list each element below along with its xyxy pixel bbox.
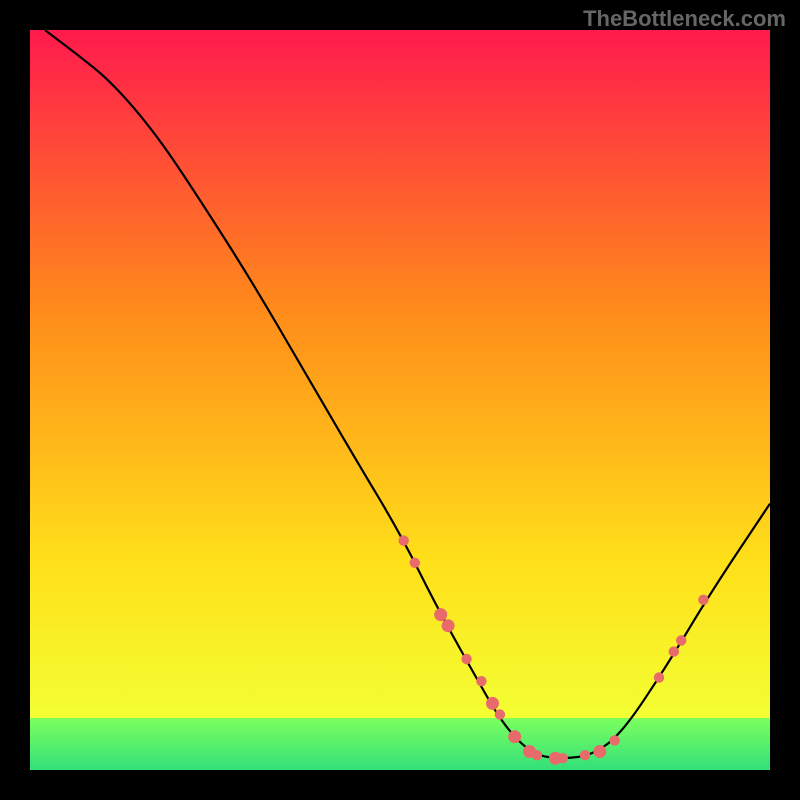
data-marker: [476, 676, 486, 686]
data-marker: [593, 745, 606, 758]
data-marker: [654, 672, 664, 682]
data-marker: [399, 535, 409, 545]
data-marker: [486, 697, 499, 710]
data-marker: [580, 750, 590, 760]
chart-background: [30, 30, 770, 770]
chart-plot-area: [30, 30, 770, 770]
data-marker: [676, 635, 686, 645]
data-marker: [698, 595, 708, 605]
data-marker: [442, 619, 455, 632]
chart-svg: [30, 30, 770, 770]
data-marker: [669, 646, 679, 656]
data-marker: [609, 735, 619, 745]
data-marker: [461, 654, 471, 664]
data-marker: [410, 558, 420, 568]
data-marker: [558, 753, 568, 763]
data-marker: [495, 709, 505, 719]
data-marker: [532, 750, 542, 760]
data-marker: [434, 608, 447, 621]
watermark-text: TheBottleneck.com: [583, 6, 786, 32]
data-marker: [508, 730, 521, 743]
